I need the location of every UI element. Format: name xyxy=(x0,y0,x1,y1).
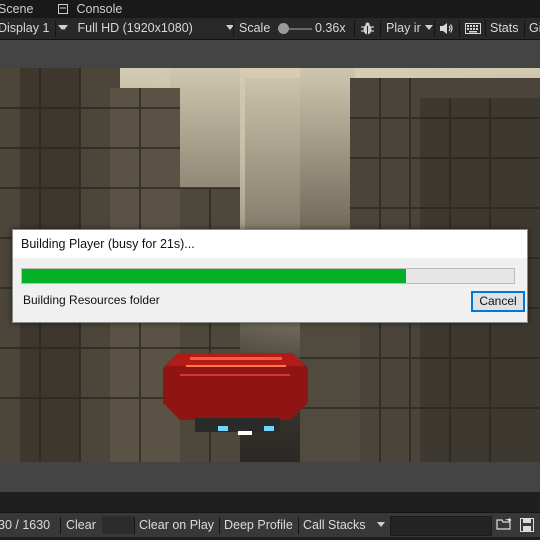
speaker-icon[interactable] xyxy=(439,22,453,36)
tab-console-label: Console xyxy=(76,2,123,16)
toolbar-divider xyxy=(380,20,381,37)
console-toolbar: 30 / 1630 Clear Clear on Play Deep Profi… xyxy=(0,512,540,537)
tab-scene-label: Scene xyxy=(0,2,34,16)
call-stacks-label: Call Stacks xyxy=(303,518,366,532)
resolution-dropdown[interactable]: Full HD (1920x1080) xyxy=(60,18,235,39)
tab-console[interactable]: Console xyxy=(58,0,122,18)
display-dropdown-label: Display 1 xyxy=(0,21,50,35)
toolbar-divider xyxy=(134,517,135,534)
gizmos-dropdown[interactable]: Gi xyxy=(529,18,540,39)
chevron-down-icon xyxy=(60,25,68,30)
save-icon[interactable] xyxy=(520,518,534,532)
play-mode-dropdown[interactable]: Play ir xyxy=(386,18,434,39)
game-view-letterbox-bottom xyxy=(0,462,540,492)
build-progress-dialog: Building Player (busy for 21s)... Buildi… xyxy=(12,229,528,323)
window-tab-strip: Scene Console xyxy=(0,0,540,19)
scale-value: 0.36x xyxy=(315,21,346,35)
bug-icon[interactable] xyxy=(360,21,375,37)
keyboard-icon[interactable] xyxy=(465,23,481,35)
panel-divider xyxy=(0,492,540,512)
toolbar-divider xyxy=(233,20,234,37)
chevron-down-icon xyxy=(425,25,434,30)
chevron-down-icon xyxy=(377,522,386,527)
game-view-letterbox-top xyxy=(0,40,540,68)
stats-button[interactable]: Stats xyxy=(490,18,519,39)
tab-scene[interactable]: Scene xyxy=(0,0,33,18)
toolbar-divider xyxy=(459,20,460,37)
toolbar-divider xyxy=(485,20,486,37)
deep-profile-toggle[interactable]: Deep Profile xyxy=(224,513,293,537)
build-progress-fill xyxy=(22,269,406,283)
toolbar-divider xyxy=(298,517,299,534)
toolbar-divider xyxy=(354,20,355,37)
call-stacks-dropdown[interactable]: Call Stacks xyxy=(303,513,386,537)
log-count: 30 / 1630 xyxy=(0,518,51,532)
scale-slider-handle[interactable] xyxy=(278,23,289,34)
toolbar-divider xyxy=(434,20,435,37)
toolbar-divider xyxy=(524,20,525,37)
toolbar-divider xyxy=(60,517,61,534)
resolution-dropdown-label: Full HD (1920x1080) xyxy=(77,21,193,35)
console-search-input[interactable] xyxy=(390,516,492,536)
build-status-text: Building Resources folder xyxy=(23,293,160,307)
build-progress-bar xyxy=(21,268,515,284)
open-folder-icon[interactable] xyxy=(496,517,512,533)
toolbar-divider xyxy=(219,517,220,534)
clear-button[interactable]: Clear xyxy=(66,513,96,537)
clear-on-play-toggle[interactable]: Clear on Play xyxy=(139,513,214,537)
console-icon xyxy=(58,4,68,14)
dialog-title: Building Player (busy for 21s)... xyxy=(13,230,527,258)
toolbar-divider xyxy=(55,20,56,37)
clear-dropdown[interactable] xyxy=(102,516,134,534)
scale-label: Scale xyxy=(239,21,271,35)
cancel-button[interactable]: Cancel xyxy=(471,291,525,312)
play-mode-label: Play ir xyxy=(386,21,421,35)
display-dropdown[interactable]: Display 1 xyxy=(0,18,66,39)
game-view-toolbar: Display 1 Full HD (1920x1080) Scale 0.36… xyxy=(0,18,540,40)
